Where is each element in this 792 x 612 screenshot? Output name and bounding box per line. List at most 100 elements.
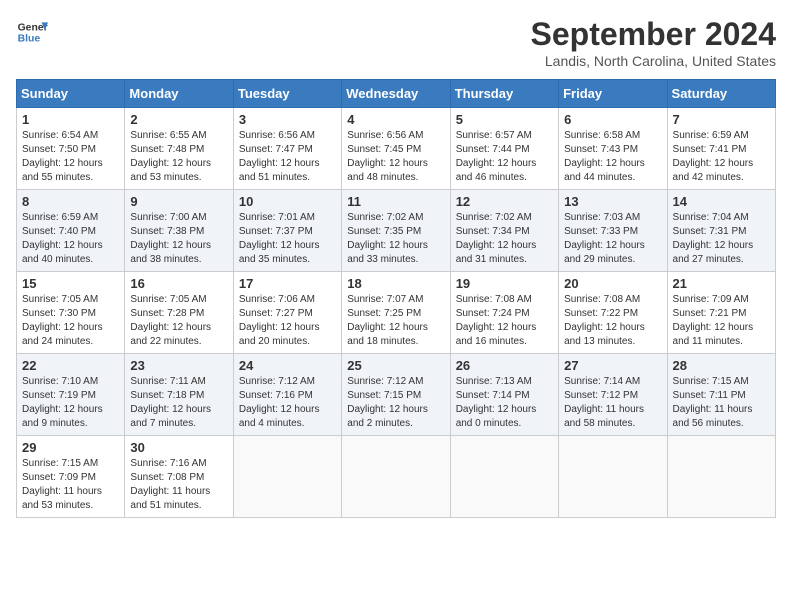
day-header-wednesday: Wednesday <box>342 80 450 108</box>
day-info: Sunrise: 7:08 AM Sunset: 7:24 PM Dayligh… <box>456 293 553 349</box>
day-number: 13 <box>564 194 661 209</box>
day-header-monday: Monday <box>125 80 233 108</box>
day-number: 16 <box>130 276 227 291</box>
day-info: Sunrise: 7:06 AM Sunset: 7:27 PM Dayligh… <box>239 293 336 349</box>
day-number: 7 <box>673 112 770 127</box>
day-info: Sunrise: 7:04 AM Sunset: 7:31 PM Dayligh… <box>673 211 770 267</box>
calendar-cell: 6 Sunrise: 6:58 AM Sunset: 7:43 PM Daylig… <box>559 108 667 190</box>
calendar-cell: 30Sunrise: 7:16 AM Sunset: 7:08 PM Dayli… <box>125 436 233 518</box>
calendar-cell <box>450 436 558 518</box>
day-number: 1 <box>22 112 119 127</box>
calendar-cell: 16 Sunrise: 7:05 AM Sunset: 7:28 PM Dayli… <box>125 272 233 354</box>
day-info: Sunrise: 6:54 AM Sunset: 7:50 PM Dayligh… <box>22 129 119 185</box>
day-header-saturday: Saturday <box>667 80 775 108</box>
day-info: Sunrise: 6:59 AM Sunset: 7:40 PM Dayligh… <box>22 211 119 267</box>
calendar-week-4: 22 Sunrise: 7:10 AM Sunset: 7:19 PM Dayli… <box>17 354 776 436</box>
day-info: Sunrise: 6:56 AM Sunset: 7:47 PM Dayligh… <box>239 129 336 185</box>
day-header-friday: Friday <box>559 80 667 108</box>
calendar-cell: 27Sunrise: 7:14 AM Sunset: 7:12 PM Dayli… <box>559 354 667 436</box>
day-number: 27 <box>564 358 661 373</box>
calendar-cell: 14Sunrise: 7:04 AM Sunset: 7:31 PM Dayli… <box>667 190 775 272</box>
day-number: 15 <box>22 276 119 291</box>
day-number: 6 <box>564 112 661 127</box>
calendar-cell: 11 Sunrise: 7:02 AM Sunset: 7:35 PM Dayli… <box>342 190 450 272</box>
calendar-cell: 9Sunrise: 7:00 AM Sunset: 7:38 PM Daylig… <box>125 190 233 272</box>
day-number: 19 <box>456 276 553 291</box>
day-header-thursday: Thursday <box>450 80 558 108</box>
calendar-cell: 10 Sunrise: 7:01 AM Sunset: 7:37 PM Dayli… <box>233 190 341 272</box>
day-number: 5 <box>456 112 553 127</box>
day-info: Sunrise: 7:05 AM Sunset: 7:28 PM Dayligh… <box>130 293 227 349</box>
header: General Blue September 2024 Landis, Nort… <box>16 16 776 69</box>
day-number: 22 <box>22 358 119 373</box>
day-info: Sunrise: 7:03 AM Sunset: 7:33 PM Dayligh… <box>564 211 661 267</box>
month-title: September 2024 <box>531 16 776 53</box>
calendar-cell: 19 Sunrise: 7:08 AM Sunset: 7:24 PM Dayli… <box>450 272 558 354</box>
day-info: Sunrise: 6:57 AM Sunset: 7:44 PM Dayligh… <box>456 129 553 185</box>
calendar-cell <box>342 436 450 518</box>
calendar-cell: 24Sunrise: 7:12 AM Sunset: 7:16 PM Dayli… <box>233 354 341 436</box>
day-number: 8 <box>22 194 119 209</box>
calendar-cell: 1 Sunrise: 6:54 AM Sunset: 7:50 PM Daylig… <box>17 108 125 190</box>
calendar-cell: 12 Sunrise: 7:02 AM Sunset: 7:34 PM Dayli… <box>450 190 558 272</box>
calendar-cell: 3 Sunrise: 6:56 AM Sunset: 7:47 PM Daylig… <box>233 108 341 190</box>
day-info: Sunrise: 7:08 AM Sunset: 7:22 PM Dayligh… <box>564 293 661 349</box>
calendar-week-1: 1 Sunrise: 6:54 AM Sunset: 7:50 PM Daylig… <box>17 108 776 190</box>
logo: General Blue <box>16 16 48 48</box>
day-number: 26 <box>456 358 553 373</box>
day-number: 4 <box>347 112 444 127</box>
calendar-cell: 5 Sunrise: 6:57 AM Sunset: 7:44 PM Daylig… <box>450 108 558 190</box>
day-number: 3 <box>239 112 336 127</box>
calendar-week-3: 15Sunrise: 7:05 AM Sunset: 7:30 PM Dayli… <box>17 272 776 354</box>
calendar-cell: 21 Sunrise: 7:09 AM Sunset: 7:21 PM Dayli… <box>667 272 775 354</box>
title-area: September 2024 Landis, North Carolina, U… <box>531 16 776 69</box>
day-info: Sunrise: 7:13 AM Sunset: 7:14 PM Dayligh… <box>456 375 553 431</box>
day-info: Sunrise: 6:58 AM Sunset: 7:43 PM Dayligh… <box>564 129 661 185</box>
day-number: 21 <box>673 276 770 291</box>
day-info: Sunrise: 7:01 AM Sunset: 7:37 PM Dayligh… <box>239 211 336 267</box>
day-number: 12 <box>456 194 553 209</box>
calendar-cell: 29Sunrise: 7:15 AM Sunset: 7:09 PM Dayli… <box>17 436 125 518</box>
calendar-cell: 22 Sunrise: 7:10 AM Sunset: 7:19 PM Dayli… <box>17 354 125 436</box>
day-info: Sunrise: 7:02 AM Sunset: 7:34 PM Dayligh… <box>456 211 553 267</box>
calendar-cell <box>233 436 341 518</box>
day-number: 17 <box>239 276 336 291</box>
calendar-cell: 18 Sunrise: 7:07 AM Sunset: 7:25 PM Dayli… <box>342 272 450 354</box>
day-info: Sunrise: 7:16 AM Sunset: 7:08 PM Dayligh… <box>130 457 227 513</box>
day-info: Sunrise: 7:10 AM Sunset: 7:19 PM Dayligh… <box>22 375 119 431</box>
calendar-cell: 25Sunrise: 7:12 AM Sunset: 7:15 PM Dayli… <box>342 354 450 436</box>
day-number: 11 <box>347 194 444 209</box>
day-info: Sunrise: 7:02 AM Sunset: 7:35 PM Dayligh… <box>347 211 444 267</box>
calendar-cell <box>559 436 667 518</box>
day-header-tuesday: Tuesday <box>233 80 341 108</box>
calendar-cell: 8 Sunrise: 6:59 AM Sunset: 7:40 PM Daylig… <box>17 190 125 272</box>
day-number: 20 <box>564 276 661 291</box>
calendar-cell: 17 Sunrise: 7:06 AM Sunset: 7:27 PM Dayli… <box>233 272 341 354</box>
day-info: Sunrise: 6:56 AM Sunset: 7:45 PM Dayligh… <box>347 129 444 185</box>
day-number: 2 <box>130 112 227 127</box>
calendar-cell: 26 Sunrise: 7:13 AM Sunset: 7:14 PM Dayli… <box>450 354 558 436</box>
calendar-cell: 28 Sunrise: 7:15 AM Sunset: 7:11 PM Dayli… <box>667 354 775 436</box>
day-number: 25 <box>347 358 444 373</box>
day-header-sunday: Sunday <box>17 80 125 108</box>
calendar-cell: 13 Sunrise: 7:03 AM Sunset: 7:33 PM Dayli… <box>559 190 667 272</box>
svg-text:Blue: Blue <box>18 34 41 45</box>
logo-icon: General Blue <box>16 16 48 48</box>
day-info: Sunrise: 7:07 AM Sunset: 7:25 PM Dayligh… <box>347 293 444 349</box>
day-info: Sunrise: 7:09 AM Sunset: 7:21 PM Dayligh… <box>673 293 770 349</box>
day-info: Sunrise: 6:55 AM Sunset: 7:48 PM Dayligh… <box>130 129 227 185</box>
day-info: Sunrise: 7:15 AM Sunset: 7:11 PM Dayligh… <box>673 375 770 431</box>
day-number: 10 <box>239 194 336 209</box>
calendar-cell: 20 Sunrise: 7:08 AM Sunset: 7:22 PM Dayli… <box>559 272 667 354</box>
day-number: 28 <box>673 358 770 373</box>
day-info: Sunrise: 6:59 AM Sunset: 7:41 PM Dayligh… <box>673 129 770 185</box>
day-number: 18 <box>347 276 444 291</box>
calendar-cell <box>667 436 775 518</box>
day-info: Sunrise: 7:00 AM Sunset: 7:38 PM Dayligh… <box>130 211 227 267</box>
day-number: 24 <box>239 358 336 373</box>
day-number: 29 <box>22 440 119 455</box>
calendar-cell: 4 Sunrise: 6:56 AM Sunset: 7:45 PM Daylig… <box>342 108 450 190</box>
calendar: SundayMondayTuesdayWednesdayThursdayFrid… <box>16 79 776 518</box>
calendar-week-5: 29Sunrise: 7:15 AM Sunset: 7:09 PM Dayli… <box>17 436 776 518</box>
day-info: Sunrise: 7:11 AM Sunset: 7:18 PM Dayligh… <box>130 375 227 431</box>
